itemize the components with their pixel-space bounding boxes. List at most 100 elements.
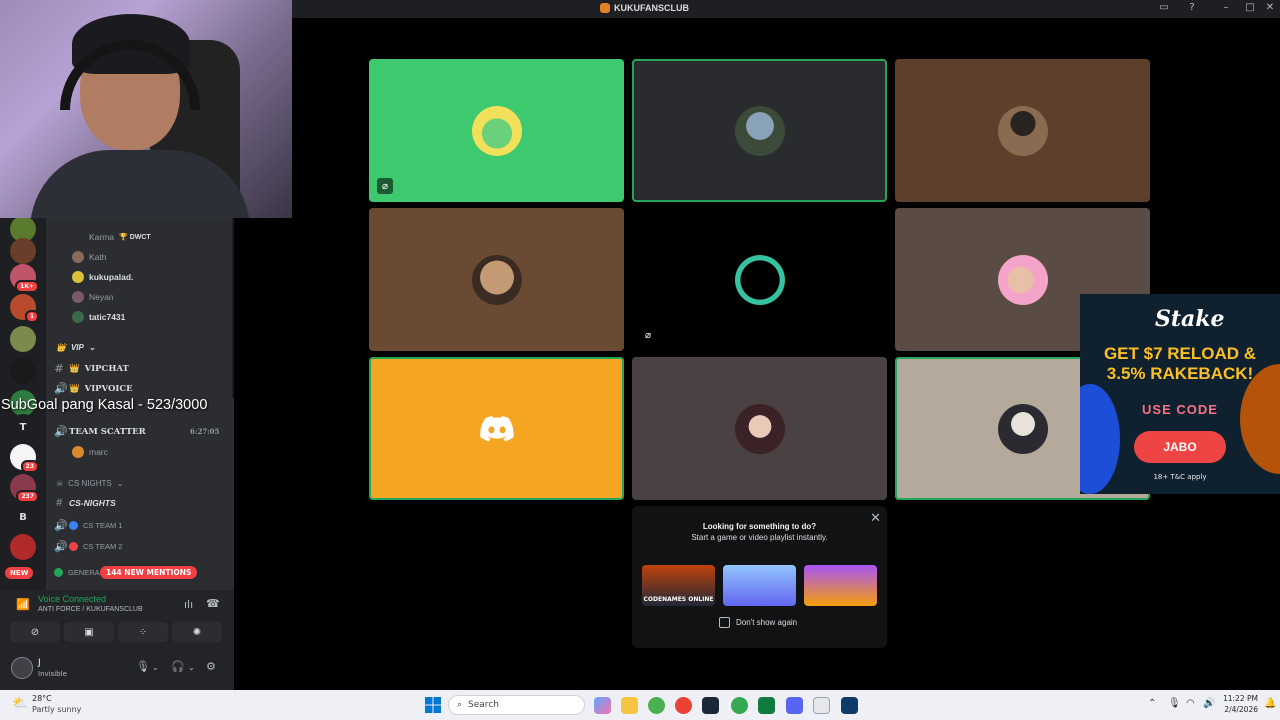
participant-tile[interactable]: ⌀: [369, 59, 624, 202]
category-cs-nights[interactable]: ☠ CS NIGHTS ⌄: [56, 479, 123, 488]
screen-share-button[interactable]: ▣: [64, 622, 114, 642]
notification-icon[interactable]: 🔔: [1264, 698, 1276, 709]
discord-icon[interactable]: [786, 697, 803, 714]
voice-location[interactable]: ANTI FORCE / KUKUFANSCLUB: [38, 606, 143, 613]
member-row[interactable]: Neyan: [72, 291, 114, 303]
taskbar-search[interactable]: ⌕ Search: [448, 695, 585, 715]
dont-show-again[interactable]: Don't show again: [719, 617, 797, 628]
participant-tile[interactable]: [369, 208, 624, 351]
chevron-down-icon[interactable]: ⌄: [152, 663, 159, 672]
participant-tile[interactable]: [895, 59, 1150, 202]
server-icon-4[interactable]: 1: [10, 294, 39, 323]
clock-time[interactable]: 11:22 PM: [1222, 694, 1258, 703]
chrome-icon[interactable]: [731, 697, 748, 714]
checkbox[interactable]: [719, 617, 730, 628]
participant-tile[interactable]: [369, 357, 624, 500]
channel-vipchat[interactable]: # 👑 VIPCHAT: [54, 362, 128, 375]
activity-subline: Start a game or video playlist instantly…: [691, 533, 828, 542]
wifi-icon[interactable]: ◠: [1186, 698, 1195, 709]
game-codenames[interactable]: CODENAMES ONLINE: [642, 565, 715, 606]
disconnect-icon[interactable]: ☎: [206, 597, 220, 610]
member-name: Neyan: [89, 292, 114, 302]
game-title: CODENAMES ONLINE: [643, 596, 714, 603]
member-row[interactable]: kukupalad.: [72, 271, 133, 283]
headphones-icon[interactable]: 🎧: [171, 660, 185, 673]
clock-date[interactable]: 2/4/2026: [1218, 705, 1258, 714]
noise-suppression-icon[interactable]: ılı: [184, 598, 193, 611]
new-badge[interactable]: NEW: [5, 567, 34, 579]
speaker-icon: 🔊: [54, 425, 68, 438]
member-row[interactable]: tatic7431: [72, 311, 125, 323]
weather-desc[interactable]: Partly sunny: [32, 705, 81, 714]
participant-tile[interactable]: ⌀: [632, 208, 887, 351]
channel-scrollbar[interactable]: [232, 218, 234, 398]
avatar: [997, 254, 1048, 305]
server-icon-3[interactable]: 1K+: [10, 264, 39, 293]
channel-general[interactable]: GENERA: [54, 568, 100, 577]
microphone-icon[interactable]: 🎙: [136, 660, 150, 673]
vscode-icon[interactable]: [841, 697, 858, 714]
server-icon-t[interactable]: T: [10, 414, 36, 440]
camera-off-icon: ⊘: [30, 626, 40, 638]
notepad-icon[interactable]: [813, 697, 830, 714]
server-icon-10[interactable]: [10, 534, 36, 560]
steam-icon[interactable]: [702, 697, 719, 714]
soundboard-button[interactable]: ✺: [172, 622, 222, 642]
server-icon-9[interactable]: 237: [10, 474, 39, 503]
avatar: [471, 254, 522, 305]
avatar: [72, 446, 84, 458]
server-icon-5[interactable]: [10, 326, 36, 352]
voice-status[interactable]: Voice Connected: [38, 594, 106, 604]
copilot-icon[interactable]: [594, 697, 611, 714]
gear-icon[interactable]: ⚙: [206, 660, 216, 673]
participant-tile[interactable]: [632, 59, 887, 202]
member-row[interactable]: Karma 🏆 DWCT: [72, 231, 151, 243]
server-icon-8[interactable]: 23: [10, 444, 39, 473]
member-tag-text: DWCT: [129, 234, 151, 241]
signal-icon[interactable]: 📶: [16, 598, 30, 611]
windows-start-icon[interactable]: [425, 697, 441, 713]
channel-cs-team-1[interactable]: 🔊 CS TEAM 1: [54, 519, 122, 532]
file-explorer-icon[interactable]: [621, 697, 638, 714]
close-window-button[interactable]: ✕: [1262, 2, 1278, 13]
avatar: [72, 291, 84, 303]
voice-panel: 📶 Voice Connected ANTI FORCE / KUKUFANSC…: [0, 590, 234, 690]
webcam-overlay: [0, 0, 292, 218]
weather-icon[interactable]: ⛅: [12, 696, 28, 711]
mute-icon: ⌀: [377, 178, 393, 194]
member-name: tatic7431: [89, 312, 126, 322]
game-banana[interactable]: [723, 565, 796, 606]
window-title-text: KUKUFANSCLUB: [614, 3, 689, 13]
chevron-up-icon[interactable]: ⌃: [1148, 698, 1156, 709]
camera-button[interactable]: ⊘: [10, 622, 60, 642]
game-party[interactable]: [804, 565, 877, 606]
category-vip[interactable]: 👑 VIP ⌄: [56, 343, 96, 352]
weather-temp[interactable]: 28°C: [32, 694, 52, 703]
maximize-button[interactable]: □: [1242, 2, 1258, 13]
channel-team-scatter[interactable]: 🔊 TEAM SCATTER 6:27:05: [54, 425, 220, 438]
chevron-down-icon[interactable]: ⌄: [188, 663, 195, 672]
microphone-icon[interactable]: 🎙: [1168, 698, 1181, 709]
category-label: CS NIGHTS: [68, 479, 112, 488]
help-icon[interactable]: ?: [1184, 2, 1200, 13]
app-icon[interactable]: [758, 697, 775, 714]
server-icon-2[interactable]: [10, 238, 36, 264]
chrome-icon[interactable]: [648, 697, 665, 714]
member-row[interactable]: marc: [72, 446, 108, 458]
avatar: [997, 403, 1048, 454]
activities-button[interactable]: ⁘: [118, 622, 168, 642]
chrome-icon[interactable]: [675, 697, 692, 714]
member-row[interactable]: Kath: [72, 251, 107, 263]
minimize-button[interactable]: –: [1218, 2, 1234, 13]
channel-label: GENERA: [68, 568, 100, 577]
volume-icon[interactable]: 🔊: [1203, 698, 1215, 709]
server-icon-b[interactable]: B: [10, 504, 36, 530]
inbox-icon[interactable]: ▭: [1156, 2, 1172, 13]
channel-cs-team-2[interactable]: 🔊 CS TEAM 2: [54, 540, 122, 553]
server-icon-6[interactable]: [10, 358, 36, 384]
channel-vipvoice[interactable]: 🔊 👑 VIPVOICE: [54, 382, 133, 395]
new-mentions-pill[interactable]: 144 NEW MENTIONS: [100, 566, 198, 579]
avatar[interactable]: [11, 657, 33, 679]
channel-cs-nights[interactable]: # CS-NIGHTS: [54, 497, 116, 509]
participant-tile[interactable]: [632, 357, 887, 500]
